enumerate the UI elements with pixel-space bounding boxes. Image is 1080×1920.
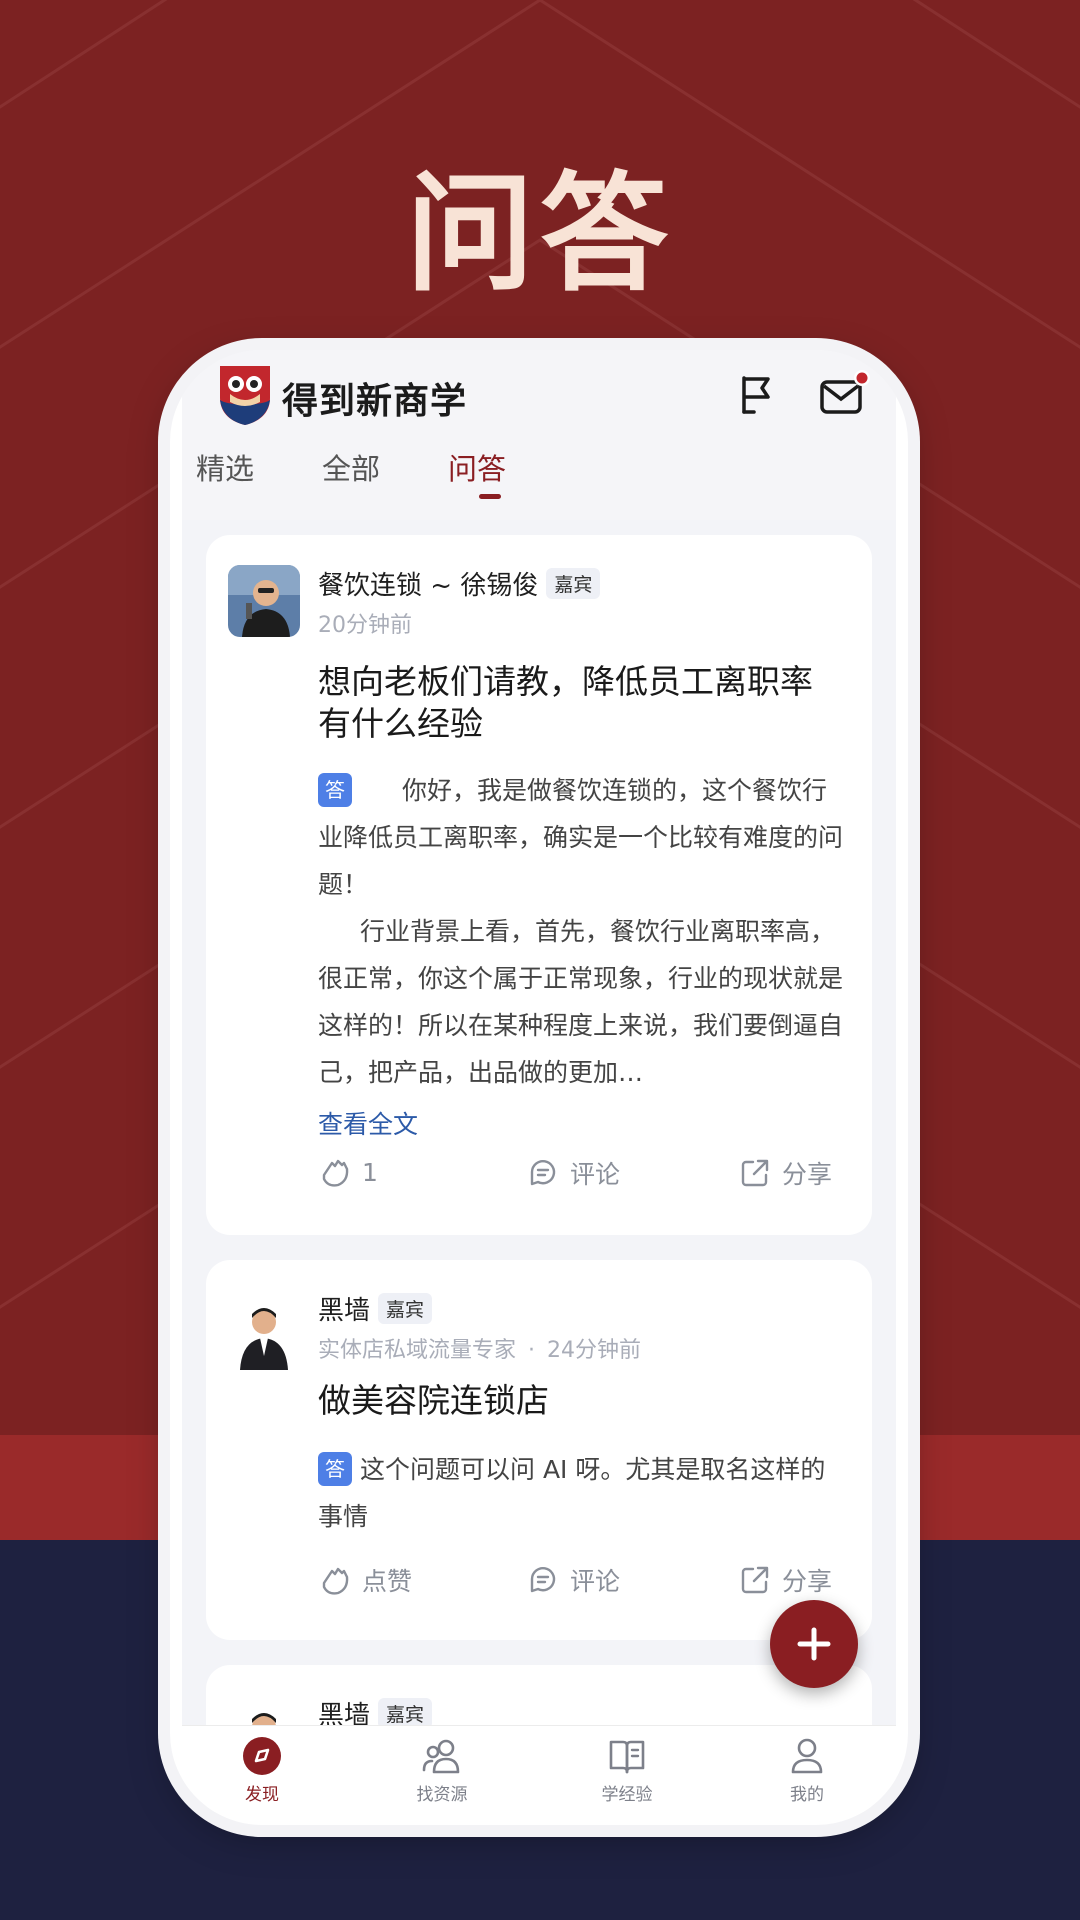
comment-label: 评论: [570, 1567, 621, 1596]
share-icon: [741, 1159, 769, 1187]
nav-resources[interactable]: 找资源: [382, 1734, 502, 1805]
book-icon: [609, 1740, 645, 1774]
answer-tag: 答: [318, 1452, 352, 1486]
author-name[interactable]: 餐饮连锁 ~ 徐锡俊 嘉宾: [318, 565, 601, 602]
like-button[interactable]: 1: [318, 1155, 378, 1189]
share-label: 分享: [782, 1160, 833, 1189]
separator-dot: ·: [528, 1338, 536, 1363]
clap-icon: [322, 1159, 349, 1187]
plus-icon: [797, 1627, 831, 1661]
like-button[interactable]: 点赞: [318, 1562, 412, 1598]
active-tab-indicator: [479, 494, 501, 499]
author-name-text: 餐饮连锁 ~ 徐锡俊: [318, 571, 539, 601]
people-icon: [422, 1739, 460, 1774]
tab-all[interactable]: 全部: [322, 446, 380, 488]
nav-profile[interactable]: 我的: [747, 1734, 867, 1805]
author-name[interactable]: 黑墙 嘉宾: [318, 1290, 433, 1327]
avatar-photo-icon: [228, 565, 300, 637]
question-title[interactable]: 想向老板们请教，降低员工离职率有什么经验: [318, 661, 838, 745]
create-post-button[interactable]: [770, 1600, 858, 1688]
answer-preview[interactable]: 答这个问题可以问 AI 呀。尤其是取名这样的事情: [318, 1446, 846, 1540]
clap-icon: [322, 1567, 349, 1595]
guest-badge: 嘉宾: [546, 568, 601, 599]
share-icon: [741, 1566, 769, 1594]
share-button[interactable]: 分享: [738, 1562, 832, 1598]
nav-discover[interactable]: 发现: [202, 1734, 322, 1805]
avatar[interactable]: [228, 565, 300, 637]
nav-label: 学经验: [601, 1785, 653, 1805]
answer-text: 这个问题可以问 AI 呀。尤其是取名这样的事情: [318, 1455, 826, 1531]
avatar-photo-icon: [228, 1298, 300, 1370]
answer-paragraph-1: 你好，我是做餐饮连锁的，这个餐饮行业降低员工离职率，确实是一个比较有难度的问题！: [318, 776, 844, 899]
author-title: 实体店私域流量专家: [318, 1338, 517, 1363]
post-time: 20分钟前: [318, 613, 412, 638]
like-count: 1: [362, 1157, 378, 1187]
bottom-navigation: 发现 找资源 学经验 我的: [182, 1725, 896, 1812]
question-card[interactable]: 黑墙 嘉宾 实体店私域流量专家 · 24分钟前 做美容院连锁店 答这个问题可以问 AI…: [206, 1260, 872, 1640]
comment-button[interactable]: 评论: [526, 1562, 620, 1598]
app-header: 得到新商学 精选 全部 问答: [182, 350, 896, 520]
app-screen: 得到新商学 精选 全部 问答 餐饮连锁 ~ 徐锡俊 嘉宾 20分钟前 想向老板们…: [182, 350, 896, 1812]
comment-label: 评论: [570, 1160, 621, 1189]
person-icon: [791, 1738, 823, 1774]
read-more-link[interactable]: 查看全文: [318, 1105, 418, 1141]
nav-label: 我的: [790, 1785, 824, 1805]
comment-button[interactable]: 评论: [526, 1155, 620, 1191]
answer-paragraph-2: 行业背景上看，首先，餐饮行业离职率高，很正常，你这个属于正常现象，行业的现状就是…: [318, 917, 844, 1087]
guest-badge: 嘉宾: [378, 1293, 433, 1324]
like-label: 点赞: [362, 1567, 413, 1596]
tab-qa[interactable]: 问答: [448, 446, 506, 488]
question-card[interactable]: 餐饮连锁 ~ 徐锡俊 嘉宾 20分钟前 想向老板们请教，降低员工离职率有什么经验 …: [206, 535, 872, 1235]
post-time: 24分钟前: [547, 1338, 642, 1363]
phone-frame: 得到新商学 精选 全部 问答 餐饮连锁 ~ 徐锡俊 嘉宾 20分钟前 想向老板们…: [170, 350, 908, 1825]
nav-label: 找资源: [416, 1785, 468, 1805]
promo-headline: 问答: [405, 160, 674, 309]
answer-preview[interactable]: 答你好，我是做餐饮连锁的，这个餐饮行业降低员工离职率，确实是一个比较有难度的问题…: [318, 767, 846, 1096]
comment-icon: [530, 1160, 556, 1186]
question-title[interactable]: 做美容院连锁店: [318, 1380, 838, 1422]
owl-shield-logo-icon: [220, 366, 270, 425]
share-button[interactable]: 分享: [738, 1155, 832, 1191]
compass-icon: [243, 1737, 281, 1775]
answer-tag: 答: [318, 773, 352, 807]
mail-icon[interactable]: [816, 366, 872, 422]
author-name-text: 黑墙: [318, 1296, 371, 1326]
comment-icon: [530, 1567, 556, 1593]
avatar[interactable]: [228, 1298, 300, 1370]
tab-featured[interactable]: 精选: [196, 446, 254, 488]
app-title: 得到新商学: [282, 381, 468, 422]
nav-label: 发现: [245, 1785, 279, 1805]
share-label: 分享: [782, 1567, 833, 1596]
flag-icon[interactable]: [732, 370, 780, 418]
author-subtitle: 实体店私域流量专家 · 24分钟前: [318, 1332, 641, 1364]
nav-learn[interactable]: 学经验: [567, 1734, 687, 1805]
